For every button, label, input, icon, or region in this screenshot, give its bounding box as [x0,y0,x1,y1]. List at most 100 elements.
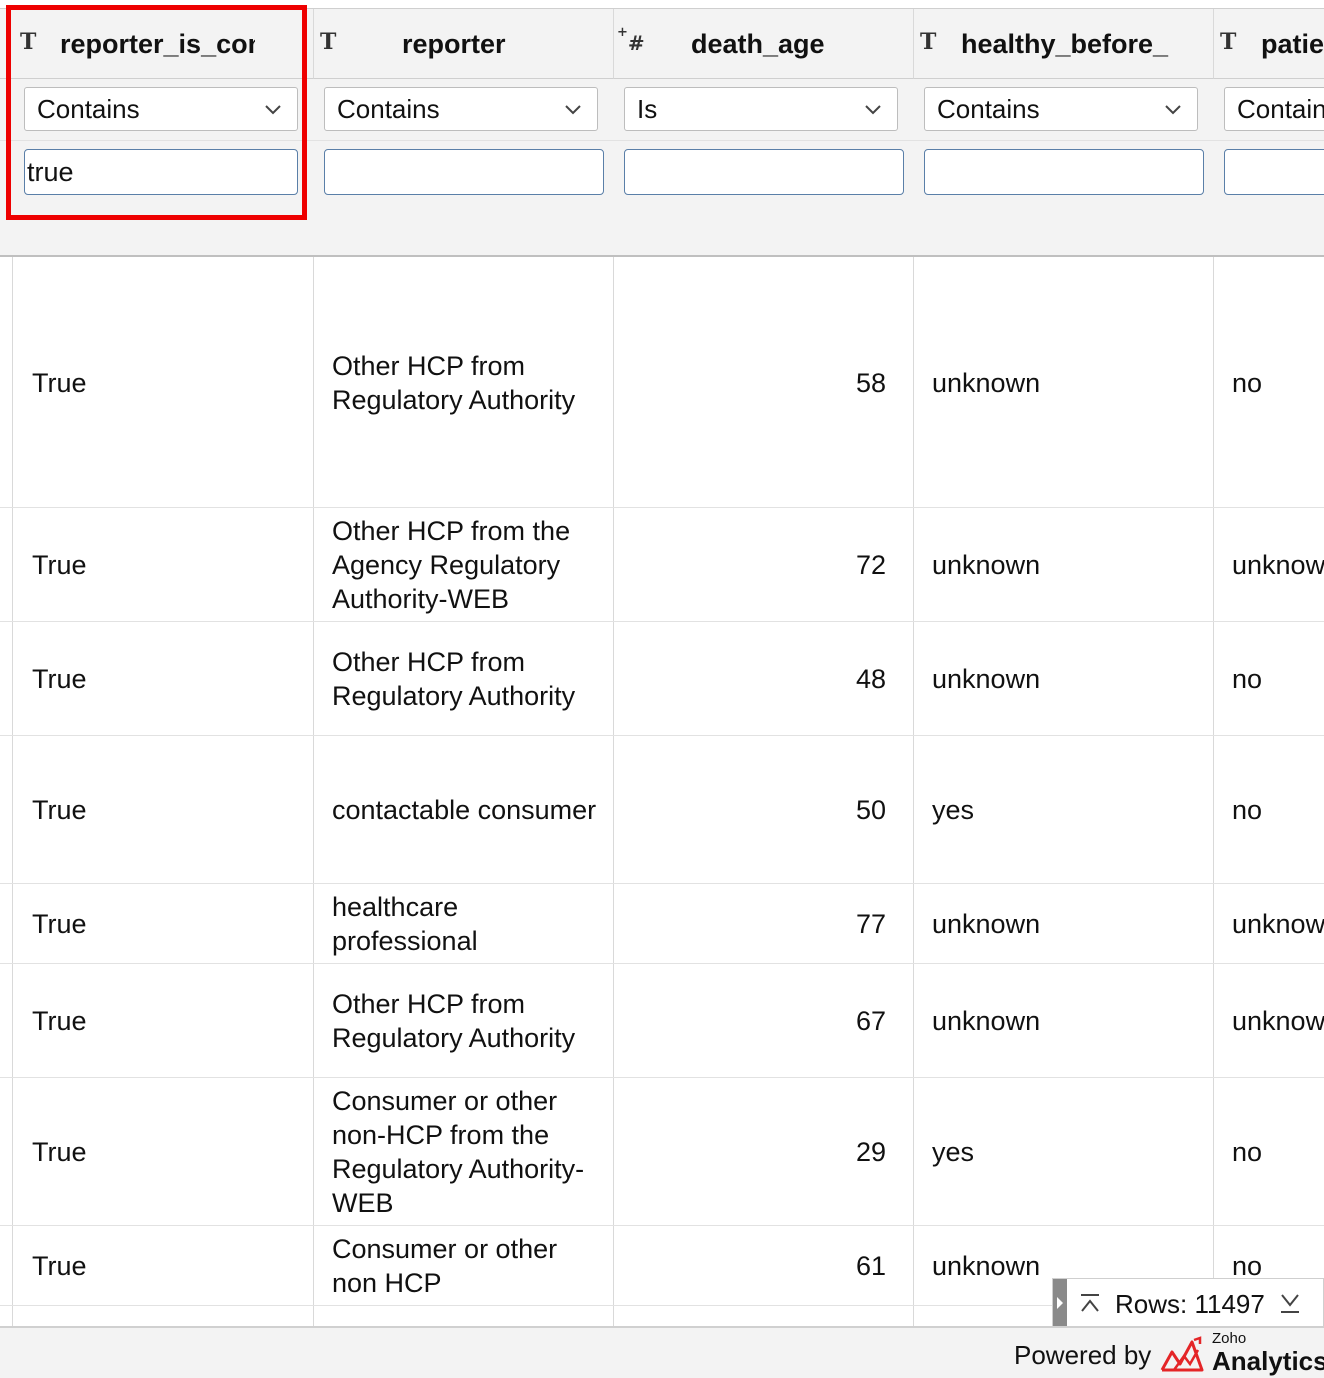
filter-operator-cell: Contains [0,79,313,141]
cell-reporter-is-con: True [32,795,87,825]
cell-patie: no [1232,1137,1263,1167]
filter-spacer [0,205,1324,257]
column-title: patie [1261,29,1324,59]
cell-death-age: 72 [855,550,886,580]
chevron-down-icon [1165,105,1181,115]
scroll-to-bottom-icon[interactable] [1279,1291,1301,1315]
operator-value: Contains [37,94,140,124]
operator-dropdown[interactable]: Contains [24,87,298,131]
cell-reporter-is-con: True [32,1137,87,1167]
filter-operator-cell: Contains [313,79,613,141]
filter-input-cell [613,141,913,205]
cell-reporter-is-con: True [32,909,87,939]
cell-death-age: 29 [855,1137,886,1167]
cell-reporter: contactable consumer [332,795,597,825]
cell-reporter-is-con: True [32,1006,87,1036]
cell-patie: unknow [1232,550,1324,580]
cell-healthy-before: unknown [932,550,1041,580]
filter-operator-cell: Contain [1213,79,1324,141]
column-header-reporter-is-con[interactable]: T reporter_is_con [0,9,313,79]
collapse-handle[interactable] [1053,1279,1067,1326]
cell-reporter-is-con: True [32,664,87,694]
cell-patie: unknow [1232,1006,1324,1036]
chevron-down-icon [265,105,281,115]
cell-reporter: Other HCP from Regulatory Authority [332,647,576,711]
column-title: reporter [402,29,506,59]
filter-input-cell [1213,141,1324,205]
cell-patie: unknow [1232,909,1324,939]
filter-input-cell: true [0,141,313,205]
filter-operator-cell: Contains [913,79,1213,141]
brand-name-text: Analytics [1212,1346,1324,1376]
text-type-icon: T [320,29,337,55]
cell-reporter-is-con: True [32,1251,87,1281]
column-title: reporter_is_con [60,29,255,59]
cell-healthy-before: unknown [932,909,1041,939]
operator-value: Contain [1237,94,1324,124]
number-type-icon: +# [617,25,645,55]
column-title: healthy_before_ [961,29,1169,59]
zoho-analytics-logo-icon [1160,1336,1204,1372]
operator-value: Is [637,94,658,124]
column-header-patie[interactable]: T patie [1213,9,1324,79]
table-row[interactable]: True Other HCP from the Agency Regulator… [0,508,1324,622]
powered-by-text: Powered by [1014,1340,1152,1370]
cell-reporter: Consumer or other non-HCP from the Regul… [332,1086,585,1218]
filter-input-cell [913,141,1213,205]
text-type-icon: T [20,29,37,55]
table-row[interactable]: True Other HCP from Regulatory Authority… [0,622,1324,736]
column-title: death_age [691,29,825,59]
cell-reporter: healthcare professional [332,892,478,956]
table-row[interactable]: True contactable consumer 50 yes no [0,736,1324,884]
operator-dropdown[interactable]: Contains [924,87,1198,131]
cell-death-age: 77 [855,909,886,939]
scroll-to-top-icon[interactable] [1079,1293,1101,1315]
cell-reporter: Consumer or other non HCP [332,1234,558,1298]
cell-death-age: 67 [855,1006,886,1036]
text-type-icon: T [1220,29,1237,55]
filter-value-input[interactable] [624,149,904,195]
table-row[interactable]: True Other HCP from Regulatory Authority… [0,964,1324,1078]
column-header-healthy-before[interactable]: T healthy_before_ [913,9,1213,79]
filter-value-input[interactable] [924,149,1204,195]
cell-patie: no [1232,368,1263,398]
cell-healthy-before: yes [932,1137,975,1167]
filter-value-input[interactable]: true [24,149,298,195]
column-header-death-age[interactable]: +# death_age [613,9,913,79]
row-count-panel: Rows: 11497 [1052,1278,1324,1326]
operator-dropdown[interactable]: Is [624,87,898,131]
footer: Powered by Zoho Analytics [0,1326,1324,1378]
text-type-icon: T [920,29,937,55]
filter-value-input[interactable] [324,149,604,195]
cell-death-age: 48 [855,664,886,694]
cell-death-age: 58 [855,368,886,398]
cell-patie: no [1232,795,1263,825]
cell-reporter-is-con: True [32,368,87,398]
operator-value: Contains [937,94,1040,124]
filter-value-input[interactable] [1224,149,1324,195]
cell-reporter: Other HCP from Regulatory Authority [332,989,576,1053]
data-grid: T reporter_is_con Contains true T report… [0,0,1324,1326]
cell-reporter-is-con: True [32,550,87,580]
cell-reporter: Other HCP from the Agency Regulatory Aut… [332,516,571,614]
chevron-down-icon [565,105,581,115]
column-header-reporter[interactable]: T reporter [313,9,613,79]
operator-value: Contains [337,94,440,124]
cell-death-age: 50 [855,795,886,825]
cell-patie: no [1232,664,1263,694]
cell-healthy-before: unknown [932,664,1041,694]
cell-healthy-before: yes [932,795,975,825]
filter-input-cell [313,141,613,205]
table-row[interactable]: True Consumer or other non-HCP from the … [0,1078,1324,1226]
cell-reporter: Other HCP from Regulatory Authority [332,351,576,415]
cell-healthy-before: unknown [932,368,1041,398]
cell-death-age: 61 [855,1251,886,1281]
row-count: Rows: 11497 [1115,1289,1265,1319]
filter-operator-cell: Is [613,79,913,141]
brand-small-text: Zoho [1212,1330,1247,1347]
operator-dropdown[interactable]: Contains [324,87,598,131]
table-row[interactable]: True Other HCP from Regulatory Authority… [0,258,1324,508]
operator-dropdown[interactable]: Contain [1224,87,1324,131]
table-row[interactable]: True healthcare professional 77 unknown … [0,884,1324,964]
chevron-down-icon [865,105,881,115]
